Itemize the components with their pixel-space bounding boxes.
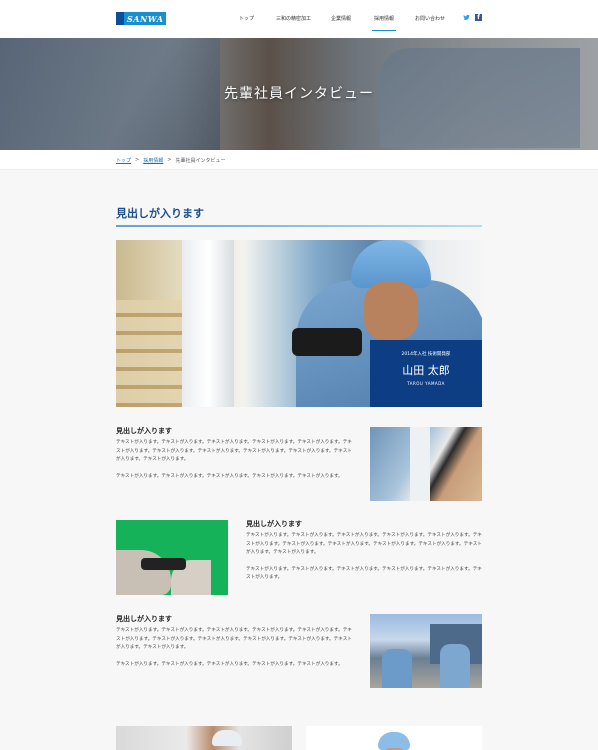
block-text: テキストが入ります。テキストが入ります。テキストが入ります。テキストが入ります。… (116, 627, 354, 677)
section-title-underline (116, 225, 482, 227)
photo-tool (292, 328, 362, 356)
block-paragraph: テキストが入ります。テキストが入ります。テキストが入ります。テキストが入ります。… (116, 661, 343, 667)
breadcrumb: トップ > 採用情報 > 先輩社員インタビュー (0, 150, 598, 170)
breadcrumb-recruit[interactable]: 採用情報 (143, 157, 163, 164)
photo-hand (116, 550, 171, 595)
block-paragraph: テキストが入ります。テキストが入ります。テキストが入ります。テキストが入ります。… (116, 628, 352, 650)
nav-item-top[interactable]: トップ (239, 15, 254, 22)
block-photo (370, 614, 482, 688)
photo-worker-cap (351, 240, 431, 288)
block-paragraph: テキストが入ります。テキストが入ります。テキストが入ります。テキストが入ります。… (246, 533, 482, 555)
photo-bookshelf (116, 300, 186, 407)
interview-card-photo[interactable] (116, 726, 292, 750)
block-text: テキストが入ります。テキストが入ります。テキストが入ります。テキストが入ります。… (116, 439, 354, 489)
photo-worker-cap (212, 730, 242, 746)
hero-banner: 先輩社員インタビュー (0, 38, 598, 150)
block-photo (370, 427, 482, 501)
nav-item-recruit[interactable]: 採用情報 (371, 15, 397, 31)
block-photo (116, 520, 228, 595)
profile-name-roman: TAROU YAMADA (407, 381, 445, 386)
breadcrumb-separator: > (135, 157, 140, 163)
nav-item-contact[interactable]: お問い合わせ (415, 15, 445, 22)
photo-person (382, 649, 412, 688)
page-title: 先輩社員インタビュー (224, 86, 374, 102)
interview-card-photo[interactable] (306, 726, 482, 750)
block-paragraph: テキストが入ります。テキストが入ります。テキストが入ります。テキストが入ります。… (116, 473, 343, 479)
block-paragraph: テキストが入ります。テキストが入ります。テキストが入ります。テキストが入ります。… (246, 566, 482, 581)
section-title: 見出しが入ります (116, 207, 204, 220)
profile-name: 山田 太郎 (402, 364, 450, 377)
nav-item-precision[interactable]: 三和の精密加工 (276, 15, 311, 22)
block-heading: 見出しが入ります (246, 519, 302, 528)
block-heading: 見出しが入ります (116, 614, 172, 623)
photo-pillar (182, 240, 234, 407)
facebook-icon[interactable]: f (475, 14, 482, 21)
nav-item-company[interactable]: 企業情報 (331, 15, 351, 22)
photo-pillar (410, 427, 430, 501)
photo-person (440, 644, 470, 688)
photo-worker-face (364, 282, 418, 340)
twitter-icon[interactable] (463, 14, 470, 21)
block-heading: 見出しが入ります (116, 426, 172, 435)
breadcrumb-separator: > (167, 157, 172, 163)
breadcrumb-top[interactable]: トップ (116, 157, 131, 164)
block-text: テキストが入ります。テキストが入ります。テキストが入ります。テキストが入ります。… (246, 532, 484, 591)
site-header: SANWA トップ 三和の精密加工 企業情報 採用情報 お問い合わせ f (0, 0, 598, 38)
profile-card: 2014年入社 技術開発部 山田 太郎 TAROU YAMADA (370, 340, 482, 407)
breadcrumb-current: 先輩社員インタビュー (175, 158, 226, 164)
profile-meta: 2014年入社 技術開発部 (401, 352, 451, 357)
global-nav: トップ 三和の精密加工 企業情報 採用情報 お問い合わせ (0, 15, 598, 31)
photo-device (141, 558, 186, 570)
block-paragraph: テキストが入ります。テキストが入ります。テキストが入ります。テキストが入ります。… (116, 440, 352, 462)
